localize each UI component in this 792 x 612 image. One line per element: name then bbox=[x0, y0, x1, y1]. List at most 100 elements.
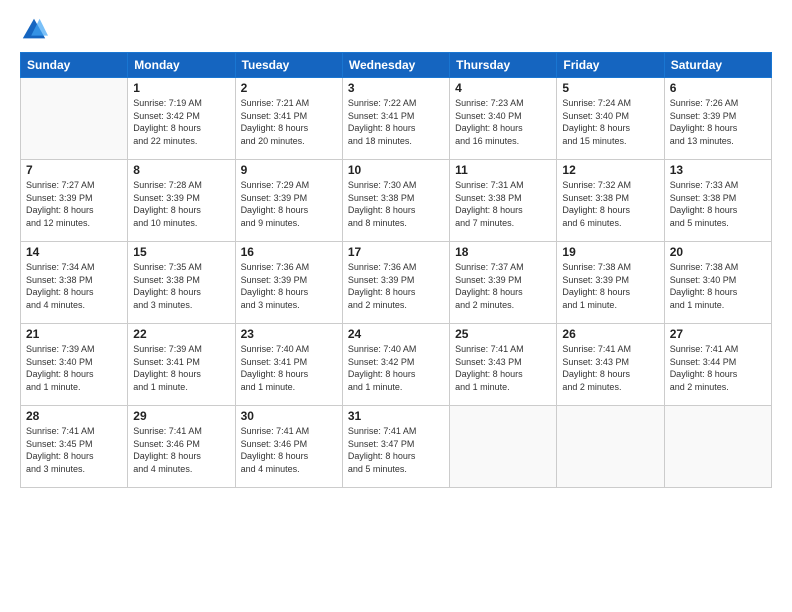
logo-icon bbox=[20, 16, 48, 44]
day-number: 22 bbox=[133, 327, 229, 341]
day-number: 24 bbox=[348, 327, 444, 341]
calendar-cell: 6 Sunrise: 7:26 AM Sunset: 3:39 PM Daylig… bbox=[664, 78, 771, 160]
day-number: 4 bbox=[455, 81, 551, 95]
calendar-cell: 30Sunrise: 7:41 AM Sunset: 3:46 PM Dayli… bbox=[235, 406, 342, 488]
week-row-1: 7 Sunrise: 7:27 AM Sunset: 3:39 PM Daylig… bbox=[21, 160, 772, 242]
calendar-cell: 11 Sunrise: 7:31 AM Sunset: 3:38 PM Dayli… bbox=[450, 160, 557, 242]
day-number: 27 bbox=[670, 327, 766, 341]
day-number: 28 bbox=[26, 409, 122, 423]
calendar-cell: 24 Sunrise: 7:40 AM Sunset: 3:42 PM Dayli… bbox=[342, 324, 449, 406]
day-number: 31 bbox=[348, 409, 444, 423]
day-number: 2 bbox=[241, 81, 337, 95]
day-info: Sunrise: 7:32 AM Sunset: 3:38 PM Dayligh… bbox=[562, 179, 658, 229]
week-row-0: 1 Sunrise: 7:19 AM Sunset: 3:42 PM Daylig… bbox=[21, 78, 772, 160]
day-info: Sunrise: 7:27 AM Sunset: 3:39 PM Dayligh… bbox=[26, 179, 122, 229]
weekday-header-thursday: Thursday bbox=[450, 53, 557, 78]
weekday-header-friday: Friday bbox=[557, 53, 664, 78]
week-row-2: 14Sunrise: 7:34 AM Sunset: 3:38 PM Dayli… bbox=[21, 242, 772, 324]
day-info: Sunrise: 7:34 AM Sunset: 3:38 PM Dayligh… bbox=[26, 261, 122, 311]
calendar-cell: 18 Sunrise: 7:37 AM Sunset: 3:39 PM Dayli… bbox=[450, 242, 557, 324]
calendar-cell: 3 Sunrise: 7:22 AM Sunset: 3:41 PM Daylig… bbox=[342, 78, 449, 160]
day-number: 13 bbox=[670, 163, 766, 177]
weekday-header-sunday: Sunday bbox=[21, 53, 128, 78]
calendar-cell: 19 Sunrise: 7:38 AM Sunset: 3:39 PM Dayli… bbox=[557, 242, 664, 324]
day-number: 29 bbox=[133, 409, 229, 423]
day-number: 19 bbox=[562, 245, 658, 259]
calendar-cell: 23 Sunrise: 7:40 AM Sunset: 3:41 PM Dayli… bbox=[235, 324, 342, 406]
calendar-cell: 29 Sunrise: 7:41 AM Sunset: 3:46 PM Dayli… bbox=[128, 406, 235, 488]
calendar-cell bbox=[450, 406, 557, 488]
day-info: Sunrise: 7:28 AM Sunset: 3:39 PM Dayligh… bbox=[133, 179, 229, 229]
calendar-body: 1 Sunrise: 7:19 AM Sunset: 3:42 PM Daylig… bbox=[21, 78, 772, 488]
day-number: 1 bbox=[133, 81, 229, 95]
day-info: Sunrise: 7:33 AM Sunset: 3:38 PM Dayligh… bbox=[670, 179, 766, 229]
day-number: 5 bbox=[562, 81, 658, 95]
day-info: Sunrise: 7:22 AM Sunset: 3:41 PM Dayligh… bbox=[348, 97, 444, 147]
day-number: 10 bbox=[348, 163, 444, 177]
day-info: Sunrise: 7:37 AM Sunset: 3:39 PM Dayligh… bbox=[455, 261, 551, 311]
calendar-cell: 13 Sunrise: 7:33 AM Sunset: 3:38 PM Dayli… bbox=[664, 160, 771, 242]
weekday-header-saturday: Saturday bbox=[664, 53, 771, 78]
day-number: 12 bbox=[562, 163, 658, 177]
calendar-cell: 7 Sunrise: 7:27 AM Sunset: 3:39 PM Daylig… bbox=[21, 160, 128, 242]
day-info: Sunrise: 7:41 AM Sunset: 3:45 PM Dayligh… bbox=[26, 425, 122, 475]
day-info: Sunrise: 7:40 AM Sunset: 3:42 PM Dayligh… bbox=[348, 343, 444, 393]
day-number: 7 bbox=[26, 163, 122, 177]
day-number: 15 bbox=[133, 245, 229, 259]
day-info: Sunrise: 7:36 AM Sunset: 3:39 PM Dayligh… bbox=[348, 261, 444, 311]
calendar: SundayMondayTuesdayWednesdayThursdayFrid… bbox=[20, 52, 772, 488]
day-number: 26 bbox=[562, 327, 658, 341]
day-info: Sunrise: 7:41 AM Sunset: 3:46 PM Dayligh… bbox=[133, 425, 229, 475]
day-info: Sunrise: 7:39 AM Sunset: 3:41 PM Dayligh… bbox=[133, 343, 229, 393]
day-number: 16 bbox=[241, 245, 337, 259]
header bbox=[20, 16, 772, 44]
calendar-cell: 26Sunrise: 7:41 AM Sunset: 3:43 PM Dayli… bbox=[557, 324, 664, 406]
day-number: 25 bbox=[455, 327, 551, 341]
day-info: Sunrise: 7:41 AM Sunset: 3:44 PM Dayligh… bbox=[670, 343, 766, 393]
day-info: Sunrise: 7:35 AM Sunset: 3:38 PM Dayligh… bbox=[133, 261, 229, 311]
weekday-header-tuesday: Tuesday bbox=[235, 53, 342, 78]
day-info: Sunrise: 7:31 AM Sunset: 3:38 PM Dayligh… bbox=[455, 179, 551, 229]
day-number: 18 bbox=[455, 245, 551, 259]
calendar-cell: 17Sunrise: 7:36 AM Sunset: 3:39 PM Dayli… bbox=[342, 242, 449, 324]
calendar-cell: 8Sunrise: 7:28 AM Sunset: 3:39 PM Daylig… bbox=[128, 160, 235, 242]
week-row-4: 28 Sunrise: 7:41 AM Sunset: 3:45 PM Dayli… bbox=[21, 406, 772, 488]
logo bbox=[20, 16, 52, 44]
day-info: Sunrise: 7:41 AM Sunset: 3:43 PM Dayligh… bbox=[455, 343, 551, 393]
calendar-cell: 14Sunrise: 7:34 AM Sunset: 3:38 PM Dayli… bbox=[21, 242, 128, 324]
day-info: Sunrise: 7:38 AM Sunset: 3:40 PM Dayligh… bbox=[670, 261, 766, 311]
calendar-cell: 1 Sunrise: 7:19 AM Sunset: 3:42 PM Daylig… bbox=[128, 78, 235, 160]
day-info: Sunrise: 7:39 AM Sunset: 3:40 PM Dayligh… bbox=[26, 343, 122, 393]
calendar-cell: 5 Sunrise: 7:24 AM Sunset: 3:40 PM Daylig… bbox=[557, 78, 664, 160]
day-info: Sunrise: 7:19 AM Sunset: 3:42 PM Dayligh… bbox=[133, 97, 229, 147]
calendar-cell: 27 Sunrise: 7:41 AM Sunset: 3:44 PM Dayli… bbox=[664, 324, 771, 406]
calendar-cell: 12 Sunrise: 7:32 AM Sunset: 3:38 PM Dayli… bbox=[557, 160, 664, 242]
day-info: Sunrise: 7:36 AM Sunset: 3:39 PM Dayligh… bbox=[241, 261, 337, 311]
day-number: 3 bbox=[348, 81, 444, 95]
calendar-cell: 28 Sunrise: 7:41 AM Sunset: 3:45 PM Dayli… bbox=[21, 406, 128, 488]
day-number: 23 bbox=[241, 327, 337, 341]
day-info: Sunrise: 7:38 AM Sunset: 3:39 PM Dayligh… bbox=[562, 261, 658, 311]
calendar-cell: 9Sunrise: 7:29 AM Sunset: 3:39 PM Daylig… bbox=[235, 160, 342, 242]
calendar-cell bbox=[557, 406, 664, 488]
day-info: Sunrise: 7:26 AM Sunset: 3:39 PM Dayligh… bbox=[670, 97, 766, 147]
day-number: 11 bbox=[455, 163, 551, 177]
day-info: Sunrise: 7:24 AM Sunset: 3:40 PM Dayligh… bbox=[562, 97, 658, 147]
day-number: 20 bbox=[670, 245, 766, 259]
calendar-cell: 21Sunrise: 7:39 AM Sunset: 3:40 PM Dayli… bbox=[21, 324, 128, 406]
calendar-cell: 10 Sunrise: 7:30 AM Sunset: 3:38 PM Dayli… bbox=[342, 160, 449, 242]
calendar-cell: 25 Sunrise: 7:41 AM Sunset: 3:43 PM Dayli… bbox=[450, 324, 557, 406]
day-info: Sunrise: 7:30 AM Sunset: 3:38 PM Dayligh… bbox=[348, 179, 444, 229]
day-number: 9 bbox=[241, 163, 337, 177]
weekday-header-monday: Monday bbox=[128, 53, 235, 78]
week-row-3: 21Sunrise: 7:39 AM Sunset: 3:40 PM Dayli… bbox=[21, 324, 772, 406]
day-info: Sunrise: 7:40 AM Sunset: 3:41 PM Dayligh… bbox=[241, 343, 337, 393]
day-info: Sunrise: 7:41 AM Sunset: 3:47 PM Dayligh… bbox=[348, 425, 444, 475]
day-info: Sunrise: 7:21 AM Sunset: 3:41 PM Dayligh… bbox=[241, 97, 337, 147]
calendar-cell: 31 Sunrise: 7:41 AM Sunset: 3:47 PM Dayli… bbox=[342, 406, 449, 488]
day-number: 30 bbox=[241, 409, 337, 423]
page: SundayMondayTuesdayWednesdayThursdayFrid… bbox=[0, 0, 792, 612]
day-number: 6 bbox=[670, 81, 766, 95]
calendar-cell: 16 Sunrise: 7:36 AM Sunset: 3:39 PM Dayli… bbox=[235, 242, 342, 324]
calendar-cell bbox=[664, 406, 771, 488]
